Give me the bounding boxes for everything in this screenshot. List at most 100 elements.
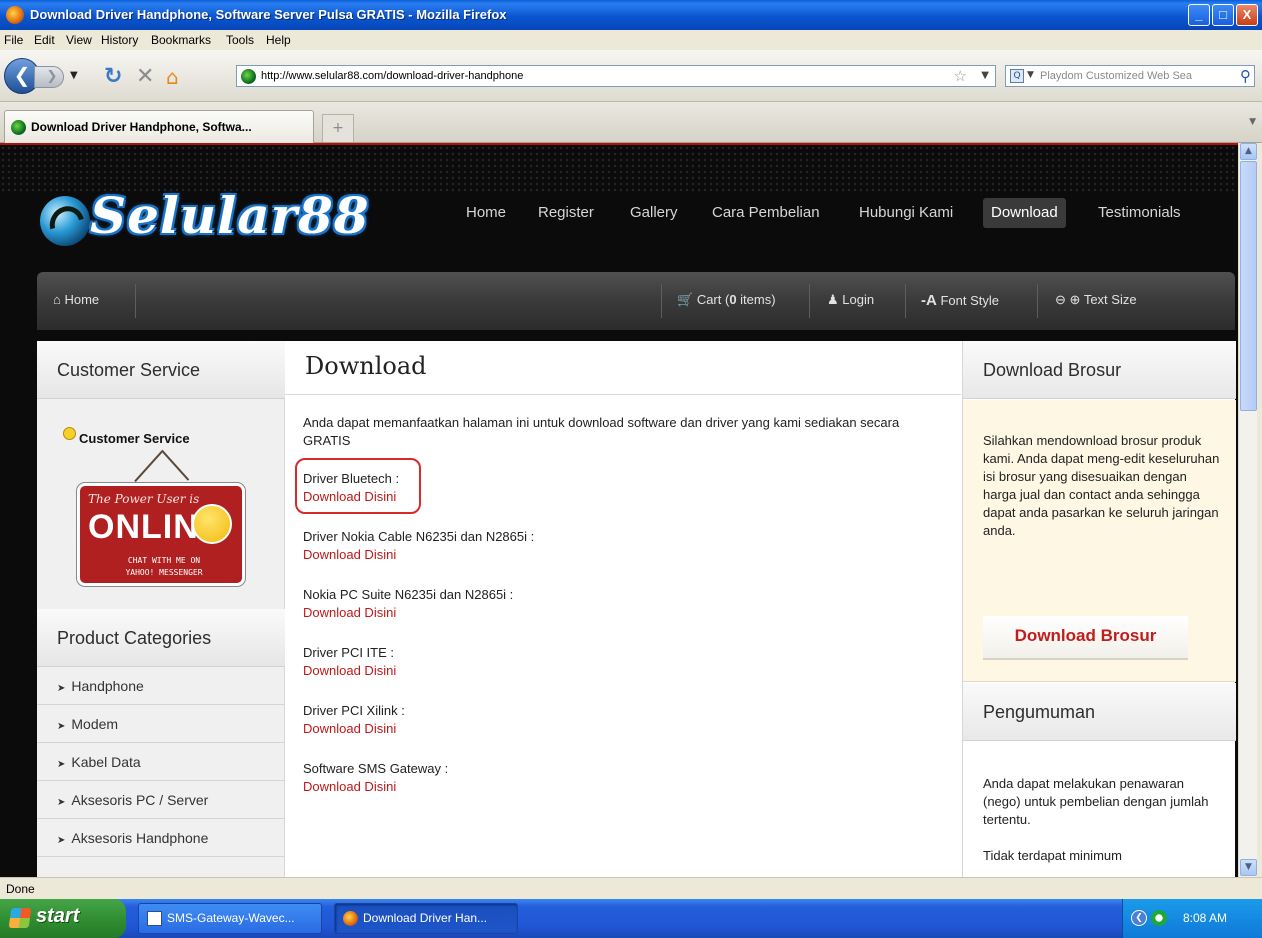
divider <box>809 284 810 318</box>
document-icon <box>147 911 162 926</box>
divider <box>661 284 662 318</box>
category-label: Aksesoris PC / Server <box>71 792 209 808</box>
clock: 8:08 AM <box>1183 911 1228 925</box>
category-label: Kabel Data <box>71 754 141 770</box>
download-link[interactable]: Download Disini <box>303 546 534 564</box>
decrease-text-icon[interactable]: ⊖ <box>1055 292 1066 307</box>
text-size-control: ⊖ ⊕ Text Size <box>1055 292 1137 308</box>
category-item-aksesoris-pc-server[interactable]: ➤ Aksesoris PC / Server <box>37 781 285 819</box>
address-bar[interactable]: http://www.selular88.com/download-driver… <box>236 65 996 87</box>
menu-help[interactable]: Help <box>266 33 291 47</box>
util-home[interactable]: ⌂ Home <box>53 292 99 307</box>
divider <box>135 284 136 318</box>
menu-bookmarks[interactable]: Bookmarks <box>151 33 211 47</box>
taskbar-item-firefox[interactable]: Download Driver Han... <box>334 903 518 934</box>
main-content: Download Anda dapat memanfaatkan halaman… <box>285 341 961 877</box>
download-item: Driver PCI Xilink : Download Disini <box>303 702 405 738</box>
search-bar[interactable]: Q ▼ Playdom Customized Web Sea ⚲ <box>1005 65 1255 87</box>
cart-link[interactable]: 🛒 Cart (0 items) <box>677 292 776 308</box>
category-item-modem[interactable]: ➤ Modem <box>37 705 285 743</box>
menu-edit[interactable]: Edit <box>34 33 55 47</box>
url-dropdown-icon[interactable]: ▼ <box>981 70 989 81</box>
tab-favicon-icon <box>11 120 26 135</box>
login-link[interactable]: ♟ Login <box>827 292 874 308</box>
cart-suffix: items) <box>736 292 776 307</box>
menu-tools[interactable]: Tools <box>226 33 254 47</box>
download-item: Nokia PC Suite N6235i dan N2865i : Downlo… <box>303 586 513 622</box>
nav-home[interactable]: Home <box>458 198 514 228</box>
page-title-bar: Download <box>285 341 961 395</box>
nav-hubungi-kami[interactable]: Hubungi Kami <box>851 198 961 228</box>
category-label: Aksesoris Handphone <box>71 830 209 846</box>
right-sidebar: Download Brosur Silahkan mendownload bro… <box>962 341 1236 877</box>
vertical-scrollbar[interactable]: ▲ ▼ <box>1238 143 1257 877</box>
taskbar: start SMS-Gateway-Wavec... Download Driv… <box>0 899 1262 938</box>
yahoo-online-status-badge[interactable]: The Power User is ONLINE CHAT WITH ME ON… <box>77 483 245 586</box>
pengumuman-text: Anda dapat melakukan penawaran (nego) un… <box>983 776 1209 827</box>
new-tab-button[interactable]: + <box>322 114 354 142</box>
stop-icon[interactable]: ✕ <box>136 64 154 89</box>
nav-gallery[interactable]: Gallery <box>622 198 686 228</box>
increase-text-icon[interactable]: ⊕ <box>1070 292 1081 307</box>
forward-arrow-icon[interactable]: ❯ <box>34 66 64 88</box>
tab-strip: Download Driver Handphone, Softwa... + ▼ <box>0 103 1262 143</box>
scrollbar-thumb[interactable] <box>1240 161 1257 411</box>
brosur-text: Silahkan mendownload brosur produk kami.… <box>983 433 1220 538</box>
download-link[interactable]: Download Disini <box>303 662 396 680</box>
search-engine-dropdown-icon[interactable]: ▼ <box>1027 70 1034 80</box>
start-button[interactable]: start <box>0 899 126 938</box>
font-style-link[interactable]: -A Font Style <box>921 292 999 309</box>
download-link[interactable]: Download Disini <box>303 720 405 738</box>
status-text: Done <box>6 882 35 896</box>
site-identity-icon[interactable] <box>241 69 256 84</box>
utility-bar: ⌂ Home 🛒 Cart (0 items) ♟ Login -A Font … <box>37 272 1235 330</box>
url-text[interactable]: http://www.selular88.com/download-driver… <box>261 70 523 82</box>
left-sidebar: Customer Service Customer Service The Po… <box>37 341 285 877</box>
category-item-handphone[interactable]: ➤ Handphone <box>37 667 285 705</box>
list-all-tabs-icon[interactable]: ▼ <box>1249 117 1256 127</box>
nav-download[interactable]: Download <box>983 198 1066 228</box>
scroll-down-icon[interactable]: ▼ <box>1240 859 1257 876</box>
arrow-right-icon: ➤ <box>57 759 66 770</box>
arrow-right-icon: ➤ <box>57 835 66 846</box>
close-button[interactable]: X <box>1236 4 1258 26</box>
menu-file[interactable]: File <box>4 33 23 47</box>
nav-cara-pembelian[interactable]: Cara Pembelian <box>704 198 828 228</box>
bookmark-star-icon[interactable]: ☆ <box>954 67 967 85</box>
customer-service-title: Customer Service <box>57 360 201 380</box>
nav-register[interactable]: Register <box>530 198 602 228</box>
home-icon[interactable]: ⌂ <box>166 65 179 89</box>
download-brosur-button[interactable]: Download Brosur <box>983 616 1188 660</box>
tab-label[interactable]: Download Driver Handphone, Softwa... <box>31 120 252 134</box>
menu-view[interactable]: View <box>66 33 92 47</box>
tab-active[interactable]: Download Driver Handphone, Softwa... <box>4 110 314 143</box>
menu-history[interactable]: History <box>101 33 138 47</box>
menu-bar: File Edit View History Bookmarks Tools H… <box>0 30 1262 50</box>
taskbar-item-label: Download Driver Han... <box>363 911 488 925</box>
category-item-aksesoris-handphone[interactable]: ➤ Aksesoris Handphone <box>37 819 285 857</box>
tray-network-icon[interactable] <box>1151 910 1167 926</box>
minimize-button[interactable]: _ <box>1188 4 1210 26</box>
download-link[interactable]: Download Disini <box>303 604 513 622</box>
pengumuman-text-2: Tidak terdapat minimum <box>983 848 1122 863</box>
history-dropdown-icon[interactable]: ▼ <box>70 70 78 81</box>
nav-testimonials[interactable]: Testimonials <box>1090 198 1189 228</box>
search-magnifier-icon[interactable]: ⚲ <box>1240 67 1251 85</box>
search-input[interactable]: Playdom Customized Web Sea <box>1040 70 1230 82</box>
taskbar-item-sms-gateway[interactable]: SMS-Gateway-Wavec... <box>138 903 322 934</box>
category-item-kabel-data[interactable]: ➤ Kabel Data <box>37 743 285 781</box>
maximize-button[interactable]: □ <box>1212 4 1234 26</box>
download-link[interactable]: Download Disini <box>303 778 448 796</box>
reload-icon[interactable]: ↻ <box>104 64 122 89</box>
tray-arrow-icon[interactable]: ❮ <box>1131 910 1147 926</box>
font-style-label: Font Style <box>940 293 999 308</box>
search-engine-icon[interactable]: Q <box>1010 69 1024 83</box>
sign-bottom-text-2: YAHOO! MESSENGER <box>125 568 203 577</box>
divider <box>905 284 906 318</box>
window-titlebar: Download Driver Handphone, Software Serv… <box>0 0 1262 30</box>
download-item: Driver PCI ITE : Download Disini <box>303 644 396 680</box>
sign-bottom-text-1: CHAT WITH ME ON <box>127 556 201 565</box>
download-link[interactable]: Download Disini <box>303 488 399 506</box>
scroll-up-icon[interactable]: ▲ <box>1240 143 1257 160</box>
arrow-right-icon: ➤ <box>57 797 66 808</box>
